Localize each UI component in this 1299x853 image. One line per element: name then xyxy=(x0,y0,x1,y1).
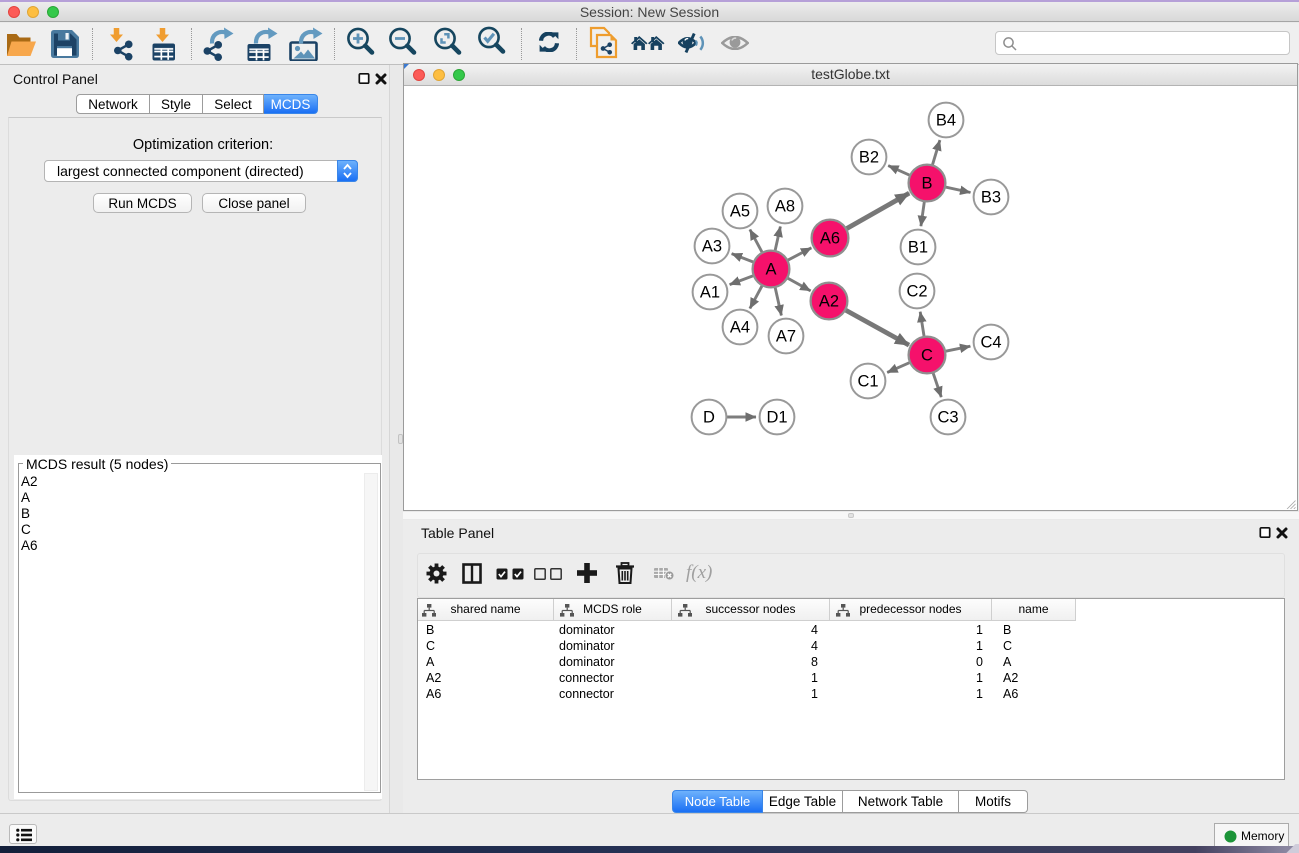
svg-text:A6: A6 xyxy=(820,230,840,248)
svg-text:B: B xyxy=(921,175,932,193)
svg-text:A7: A7 xyxy=(776,328,796,346)
svg-text:B2: B2 xyxy=(859,149,879,167)
svg-text:B1: B1 xyxy=(908,239,928,257)
svg-text:A8: A8 xyxy=(775,198,795,216)
svg-text:A2: A2 xyxy=(819,293,839,311)
svg-text:A4: A4 xyxy=(730,319,750,337)
svg-text:A: A xyxy=(765,261,776,279)
svg-text:D1: D1 xyxy=(766,409,787,427)
svg-text:C4: C4 xyxy=(980,334,1001,352)
svg-text:A3: A3 xyxy=(702,238,722,256)
svg-text:C2: C2 xyxy=(906,283,927,301)
svg-text:B3: B3 xyxy=(981,189,1001,207)
svg-text:A5: A5 xyxy=(730,203,750,221)
svg-text:C1: C1 xyxy=(857,373,878,391)
svg-text:B4: B4 xyxy=(936,112,956,130)
svg-text:A1: A1 xyxy=(700,284,720,302)
svg-text:D: D xyxy=(703,409,715,427)
svg-text:C3: C3 xyxy=(937,409,958,427)
svg-text:C: C xyxy=(921,347,933,365)
